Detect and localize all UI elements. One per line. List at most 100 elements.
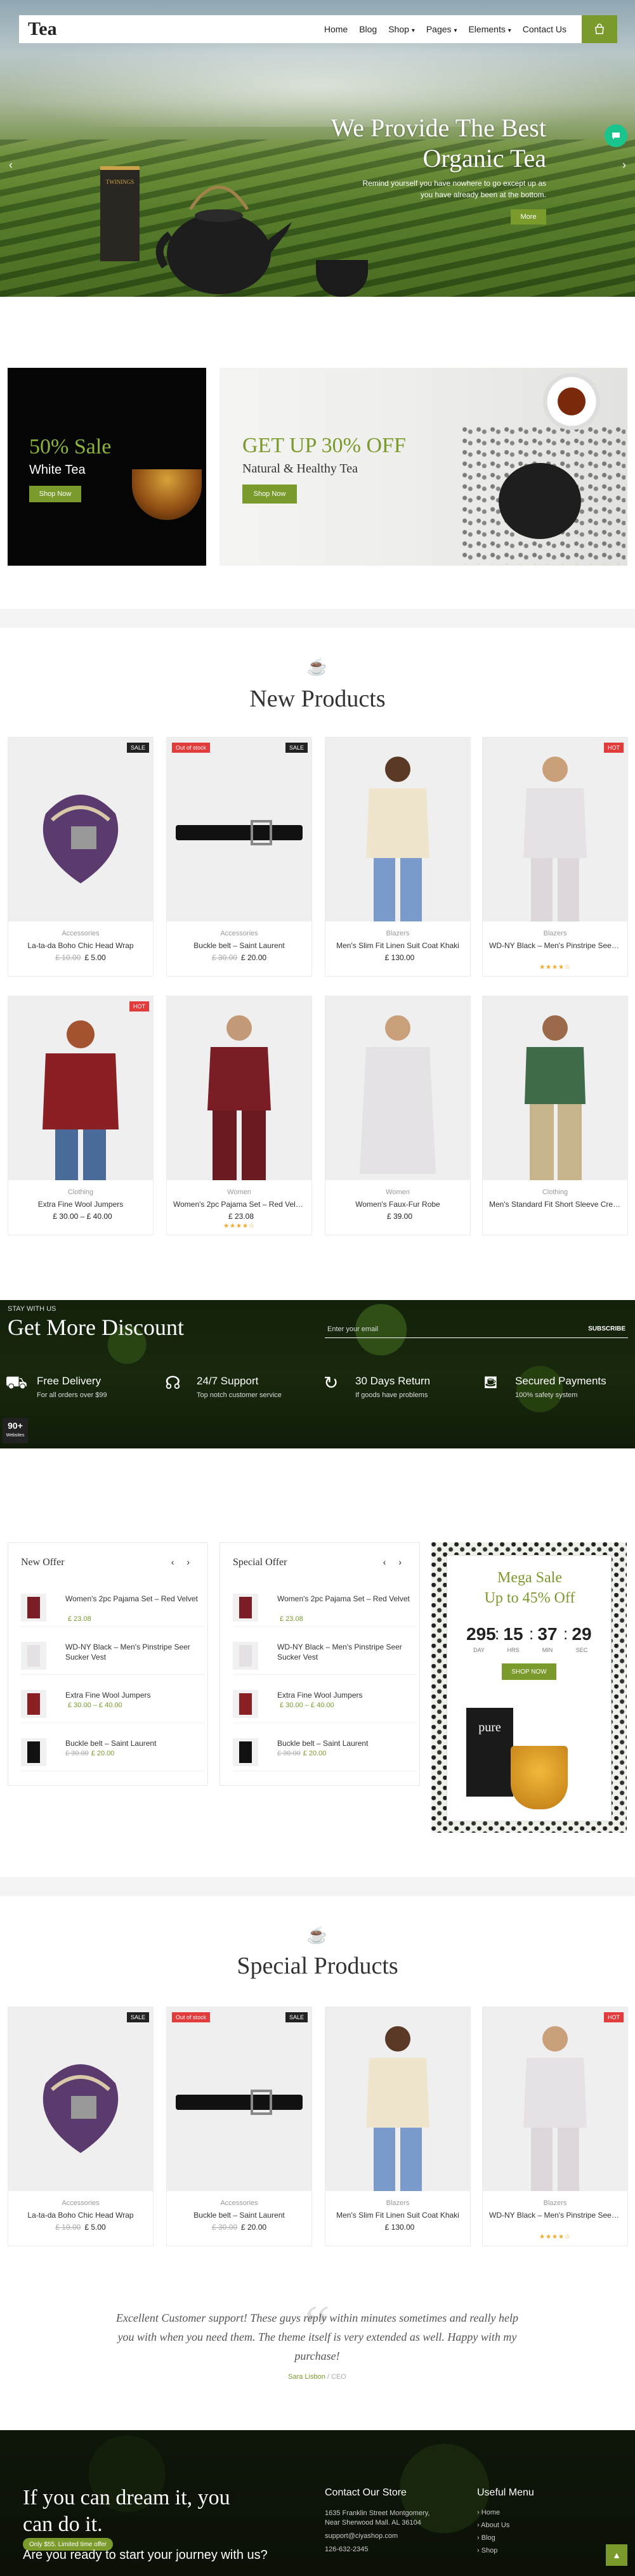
product-category[interactable]: Blazers bbox=[483, 2199, 627, 2207]
menu-blog[interactable]: Blog bbox=[359, 24, 377, 34]
product-image[interactable]: SALE bbox=[8, 2007, 153, 2191]
product-card[interactable]: SALE Accessories La-ta-da Boho Chic Head W… bbox=[8, 737, 154, 977]
menu-home[interactable]: Home bbox=[324, 24, 348, 34]
offer-item[interactable]: WD-NY Black – Men's Pinstripe Seer Sucke… bbox=[233, 1637, 417, 1675]
product-category[interactable]: Accessories bbox=[8, 2199, 153, 2207]
offer-name[interactable]: WD-NY Black – Men's Pinstripe Seer Sucke… bbox=[277, 1642, 410, 1662]
offer-item[interactable]: Women's 2pc Pajama Set – Red Velvet £ 23.… bbox=[21, 1589, 205, 1627]
cart-button[interactable] bbox=[582, 15, 617, 43]
product-name[interactable]: La-ta-da Boho Chic Head Wrap bbox=[8, 941, 153, 950]
product-category[interactable]: Blazers bbox=[483, 930, 627, 937]
offer-name[interactable]: Women's 2pc Pajama Set – Red Velvet bbox=[65, 1594, 199, 1604]
offer-thumbnail[interactable] bbox=[233, 1594, 258, 1622]
offer-item[interactable]: Women's 2pc Pajama Set – Red Velvet £ 23.… bbox=[233, 1589, 417, 1627]
slider-next-arrow[interactable]: › bbox=[622, 159, 626, 172]
offer-thumbnail[interactable] bbox=[21, 1642, 46, 1670]
product-card[interactable]: HOT Blazers WD-NY Black – Men's Pinstripe … bbox=[482, 2007, 628, 2246]
banner-white-tea[interactable]: 50% Sale White Tea Shop Now bbox=[8, 368, 206, 566]
slider-prev-arrow[interactable]: ‹ bbox=[9, 159, 13, 172]
back-to-top-button[interactable]: ▲ bbox=[606, 2544, 627, 2566]
product-image[interactable] bbox=[325, 738, 470, 921]
product-category[interactable]: Blazers bbox=[325, 930, 470, 937]
product-image[interactable] bbox=[483, 996, 627, 1180]
offer-name[interactable]: Buckle belt – Saint Laurent bbox=[277, 1738, 410, 1748]
product-card[interactable]: Blazers Men's Slim Fit Linen Suit Coat Kh… bbox=[325, 737, 471, 977]
mega-sale-banner[interactable]: Mega Sale Up to 45% Off 295 : 15 : 37 : … bbox=[431, 1542, 627, 1833]
product-name[interactable]: Women's Faux-Fur Robe bbox=[325, 1200, 470, 1209]
site-logo[interactable]: Tea bbox=[28, 18, 57, 40]
product-image[interactable]: Out of stock SALE bbox=[167, 2007, 311, 2191]
product-name[interactable]: Men's Standard Fit Short Sleeve Crewneck… bbox=[483, 1200, 627, 1209]
product-name[interactable]: WD-NY Black – Men's Pinstripe Seer Sucke… bbox=[483, 2211, 627, 2220]
product-image[interactable] bbox=[167, 996, 311, 1180]
product-category[interactable]: Accessories bbox=[167, 930, 311, 937]
offer-thumbnail[interactable] bbox=[21, 1738, 46, 1766]
contact-email[interactable]: support@ciyashop.com bbox=[325, 2532, 471, 2541]
product-card[interactable]: HOT Clothing Extra Fine Wool Jumpers £ 30.0… bbox=[8, 996, 154, 1235]
product-name[interactable]: Buckle belt – Saint Laurent bbox=[167, 941, 311, 950]
footer-link-about[interactable]: › About Us bbox=[477, 2521, 509, 2529]
offer-name[interactable]: Extra Fine Wool Jumpers bbox=[277, 1690, 410, 1700]
footer-link-home[interactable]: › Home bbox=[477, 2509, 500, 2516]
product-card[interactable]: HOT Blazers WD-NY Black – Men's Pinstripe … bbox=[482, 737, 628, 977]
footer-link-shop[interactable]: › Shop bbox=[477, 2547, 497, 2554]
product-card[interactable]: Women Women's 2pc Pajama Set – Red Velvet… bbox=[166, 996, 312, 1235]
product-name[interactable]: Extra Fine Wool Jumpers bbox=[8, 1200, 153, 1209]
product-category[interactable]: Clothing bbox=[8, 1188, 153, 1196]
menu-contact[interactable]: Contact Us bbox=[523, 24, 566, 34]
product-name[interactable]: Men's Slim Fit Linen Suit Coat Khaki bbox=[325, 2211, 470, 2220]
product-category[interactable]: Accessories bbox=[167, 2199, 311, 2207]
offer-thumbnail[interactable] bbox=[233, 1738, 258, 1766]
product-category[interactable]: Blazers bbox=[325, 2199, 470, 2207]
websites-badge[interactable]: 90+ Websites bbox=[3, 1418, 28, 1443]
offer-name[interactable]: WD-NY Black – Men's Pinstripe Seer Sucke… bbox=[65, 1642, 199, 1662]
product-name[interactable]: Women's 2pc Pajama Set – Red Velvet bbox=[167, 1200, 311, 1209]
product-card[interactable]: Out of stock SALE Accessories Buckle belt –… bbox=[166, 737, 312, 977]
product-card[interactable]: Out of stock SALE Accessories Buckle belt –… bbox=[166, 2007, 312, 2246]
offer-item[interactable]: Extra Fine Wool Jumpers £ 30.00 – £ 40.00 bbox=[233, 1685, 417, 1723]
product-image[interactable] bbox=[325, 2007, 470, 2191]
footer-link-blog[interactable]: › Blog bbox=[477, 2534, 495, 2542]
product-image[interactable]: SALE bbox=[8, 738, 153, 921]
product-category[interactable]: Accessories bbox=[8, 930, 153, 937]
product-image[interactable]: HOT bbox=[483, 2007, 627, 2191]
offer-thumbnail[interactable] bbox=[233, 1690, 258, 1718]
offer-thumbnail[interactable] bbox=[21, 1594, 46, 1622]
product-category[interactable]: Women bbox=[167, 1188, 311, 1196]
product-card[interactable]: Women Women's Faux-Fur Robe £ 39.00 bbox=[325, 996, 471, 1235]
offer-nav-arrows[interactable]: ‹ › bbox=[383, 1557, 407, 1567]
offer-name[interactable]: Women's 2pc Pajama Set – Red Velvet bbox=[277, 1594, 410, 1604]
banner-right-shop-button[interactable]: Shop Now bbox=[242, 485, 297, 504]
product-name[interactable]: La-ta-da Boho Chic Head Wrap bbox=[8, 2211, 153, 2220]
product-image[interactable]: HOT bbox=[8, 996, 153, 1180]
product-name[interactable]: WD-NY Black – Men's Pinstripe Seer Sucke… bbox=[483, 941, 627, 950]
offer-thumbnail[interactable] bbox=[233, 1642, 258, 1670]
menu-pages[interactable]: Pages ▾ bbox=[426, 24, 457, 34]
product-category[interactable]: Clothing bbox=[483, 1188, 627, 1196]
product-card[interactable]: Clothing Men's Standard Fit Short Sleeve … bbox=[482, 996, 628, 1235]
banner-left-shop-button[interactable]: Shop Now bbox=[29, 486, 81, 502]
product-card[interactable]: Blazers Men's Slim Fit Linen Suit Coat Kh… bbox=[325, 2007, 471, 2246]
offer-item[interactable]: Extra Fine Wool Jumpers £ 30.00 – £ 40.00 bbox=[21, 1685, 205, 1723]
product-image[interactable] bbox=[325, 996, 470, 1180]
newsletter-email-input[interactable]: Enter your email SUBSCRIBE bbox=[325, 1323, 628, 1338]
offer-thumbnail[interactable] bbox=[21, 1690, 46, 1718]
hero-more-button[interactable]: More bbox=[511, 209, 546, 224]
offer-nav-arrows[interactable]: ‹ › bbox=[171, 1557, 195, 1567]
product-category[interactable]: Women bbox=[325, 1188, 470, 1196]
product-name[interactable]: Buckle belt – Saint Laurent bbox=[167, 2211, 311, 2220]
chat-icon[interactable] bbox=[605, 124, 627, 147]
offer-name[interactable]: Buckle belt – Saint Laurent bbox=[65, 1738, 199, 1748]
offer-name[interactable]: Extra Fine Wool Jumpers bbox=[65, 1690, 199, 1700]
product-image[interactable]: Out of stock SALE bbox=[167, 738, 311, 921]
banner-natural-tea[interactable]: GET UP 30% OFF Natural & Healthy Tea Sho… bbox=[219, 368, 627, 566]
contact-phone[interactable]: 126-632-2345 bbox=[325, 2545, 471, 2554]
product-image[interactable]: HOT bbox=[483, 738, 627, 921]
menu-shop[interactable]: Shop ▾ bbox=[388, 24, 415, 34]
product-name[interactable]: Men's Slim Fit Linen Suit Coat Khaki bbox=[325, 941, 470, 950]
subscribe-button[interactable]: SUBSCRIBE bbox=[588, 1325, 625, 1332]
product-card[interactable]: SALE Accessories La-ta-da Boho Chic Head W… bbox=[8, 2007, 154, 2246]
offer-item[interactable]: WD-NY Black – Men's Pinstripe Seer Sucke… bbox=[21, 1637, 205, 1675]
menu-elements[interactable]: Elements ▾ bbox=[468, 24, 511, 34]
offer-item[interactable]: Buckle belt – Saint Laurent £ 30.00 £ 20.0… bbox=[21, 1733, 205, 1771]
